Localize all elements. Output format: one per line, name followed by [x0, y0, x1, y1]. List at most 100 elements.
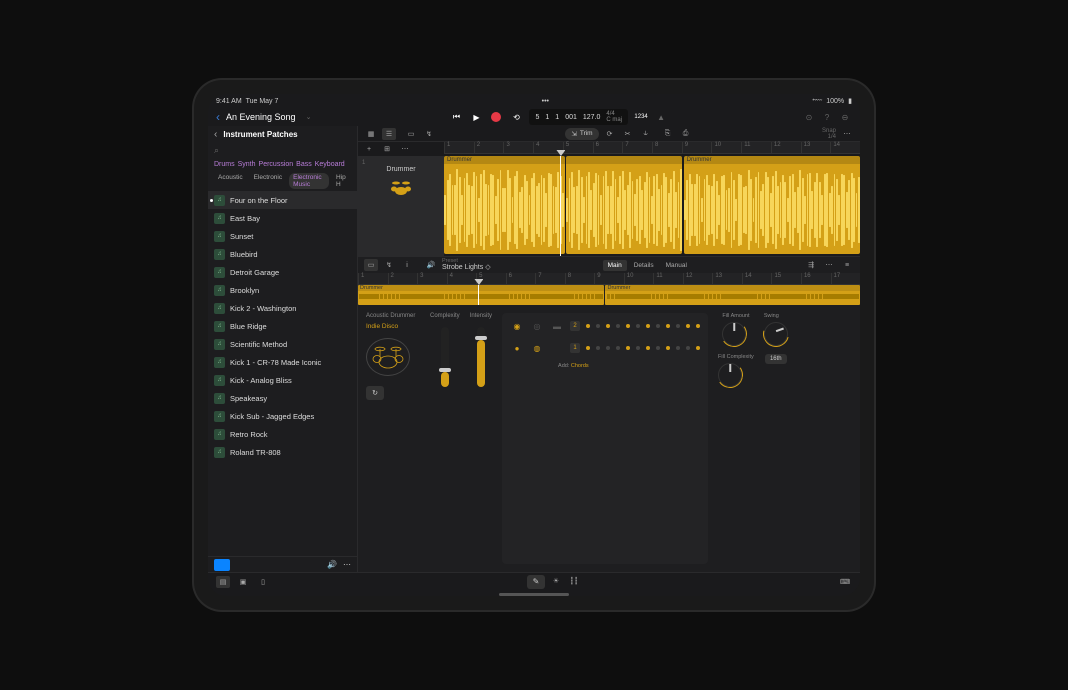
patch-item[interactable]: ♫Roland TR-808 [208, 443, 357, 461]
cymbal-icon[interactable]: ◉ [510, 319, 524, 333]
editor-playhead[interactable] [478, 285, 479, 305]
browser-button-2[interactable]: ▣ [236, 576, 250, 588]
preset-selector[interactable]: Preset Strobe Lights ◇ [442, 259, 491, 272]
tag-bass[interactable]: Bass [296, 161, 312, 168]
chevron-down-icon[interactable]: ⌄ [302, 110, 316, 124]
playhead[interactable] [560, 156, 561, 256]
rewind-button[interactable]: ⏮ [449, 110, 463, 124]
tag-electronic[interactable]: Electronic [250, 173, 287, 189]
home-indicator[interactable] [499, 593, 569, 596]
lcd-display[interactable]: 5 1 1 001 127.0 4/4 C maj [529, 109, 628, 125]
fill-complexity-knob[interactable] [718, 363, 742, 387]
editor-mute-button[interactable]: 🔊 [424, 259, 438, 271]
loop-tool-button[interactable]: ⟳ [603, 128, 617, 140]
patch-item[interactable]: ♫Blue Ridge [208, 317, 357, 335]
help-button[interactable]: ? [820, 110, 834, 124]
patch-item[interactable]: ♫Kick - Analog Bliss [208, 371, 357, 389]
tom-icon[interactable]: ◍ [530, 341, 544, 355]
footer-blue-button[interactable] [214, 559, 230, 571]
complexity-slider[interactable] [441, 327, 449, 387]
track-regions[interactable]: Drummer Drummer [444, 156, 860, 256]
edit-mode-button[interactable]: ✎ [527, 575, 545, 589]
timeline-ruler[interactable]: 1234567891011121314 [444, 142, 860, 154]
back-button[interactable]: ‹ [216, 110, 220, 124]
record-button[interactable] [489, 110, 503, 124]
more-menu-button[interactable]: ⋯ [840, 128, 854, 140]
tag-keyboard[interactable]: Keyboard [315, 161, 345, 168]
tag-percussion[interactable]: Percussion [259, 161, 294, 168]
patch-item[interactable]: ♫Retro Rock [208, 425, 357, 443]
patch-item[interactable]: ♫Kick 1 - CR-78 Made Iconic [208, 353, 357, 371]
editor-automation-button[interactable]: ↯ [382, 259, 396, 271]
scissors-icon[interactable]: ✂ [621, 128, 635, 140]
snare-icon[interactable]: ▬ [550, 319, 564, 333]
search-icon[interactable]: ⌕ [214, 145, 219, 156]
patch-item[interactable]: ♫Detroit Garage [208, 263, 357, 281]
patch-item[interactable]: ♫Scientific Method [208, 335, 357, 353]
editor-info-button[interactable]: i [400, 259, 414, 271]
kick-icon[interactable]: ● [510, 341, 524, 355]
cycle-button[interactable]: ⟲ [509, 110, 523, 124]
track-header[interactable]: 1 Drummer [358, 156, 444, 256]
patch-item[interactable]: ♫Four on the Floor [208, 191, 357, 209]
add-chords-button[interactable]: Chords [571, 363, 589, 369]
mixer-icon[interactable]: ┇┇ [567, 575, 581, 587]
patch-list[interactable]: ♫Four on the Floor♫East Bay♫Sunset♫Blueb… [208, 191, 357, 556]
swing-value-button[interactable]: 16th [765, 354, 787, 364]
editor-list-button[interactable]: ≡ [840, 259, 854, 271]
swing-knob[interactable] [764, 322, 788, 346]
metronome-button[interactable]: ▲ [654, 110, 668, 124]
tag-acoustic[interactable]: Acoustic [214, 173, 247, 189]
list-view-button[interactable]: ☰ [382, 128, 396, 140]
drummer-kit-image[interactable] [366, 338, 410, 376]
tab-manual[interactable]: Manual [661, 260, 692, 271]
snap-label[interactable]: Snap1/4 [822, 128, 836, 140]
settings-button[interactable]: ⊖ [838, 110, 852, 124]
play-button[interactable]: ▶ [469, 110, 483, 124]
track-filter-button[interactable]: ⊞ [380, 143, 394, 155]
add-track-button[interactable]: + [362, 143, 376, 155]
project-title[interactable]: An Evening Song [226, 112, 296, 122]
tag-hiphop[interactable]: Hip H [332, 173, 351, 189]
copy-icon[interactable]: ⎘ [661, 128, 675, 140]
countin-button[interactable]: 1234 [634, 110, 648, 124]
patch-item[interactable]: ♫Brooklyn [208, 281, 357, 299]
regenerate-button[interactable]: ↻ [366, 386, 384, 400]
editor-region-button[interactable]: ▭ [364, 259, 378, 271]
browser-button-3[interactable]: ▯ [256, 576, 270, 588]
paste-icon[interactable]: ⎙ [679, 128, 693, 140]
patch-item[interactable]: ♫Sunset [208, 227, 357, 245]
variant-2[interactable]: 2 [570, 321, 580, 331]
overview-region[interactable]: Drummer Drummer [358, 285, 860, 305]
region-tool-button[interactable]: ▭ [404, 128, 418, 140]
patch-item[interactable]: ♫Bluebird [208, 245, 357, 263]
trim-button[interactable]: ⇲ Trim [565, 128, 598, 140]
more-icon[interactable]: ⋯ [343, 560, 351, 569]
keyboard-icon[interactable]: ⌨ [838, 576, 852, 588]
tag-synth[interactable]: Synth [238, 161, 256, 168]
editor-filter-button[interactable]: ⇶ [804, 259, 818, 271]
library-back-button[interactable]: ‹ [214, 129, 217, 140]
sun-icon[interactable]: ☀ [549, 575, 563, 587]
variant-1[interactable]: 1 [570, 343, 580, 353]
intensity-slider[interactable] [477, 327, 485, 387]
drummer-name[interactable]: Indie Disco [366, 323, 420, 330]
patch-item[interactable]: ♫Kick Sub - Jagged Edges [208, 407, 357, 425]
patch-item[interactable]: ♫Kick 2 - Washington [208, 299, 357, 317]
region-1[interactable]: Drummer [444, 156, 565, 254]
patch-item[interactable]: ♫East Bay [208, 209, 357, 227]
region-2[interactable] [566, 156, 682, 254]
patch-item[interactable]: ♫Speakeasy [208, 389, 357, 407]
automation-tool-button[interactable]: ↯ [422, 128, 436, 140]
hihat-icon[interactable]: ◎ [530, 319, 544, 333]
tag-drums[interactable]: Drums [214, 161, 235, 168]
library-toggle-button[interactable]: ▤ [216, 576, 230, 588]
snap-tool-button[interactable]: ⫝ [639, 128, 653, 140]
grid-view-button[interactable]: ▦ [364, 128, 378, 140]
fill-amount-knob[interactable] [722, 322, 746, 346]
track-more-button[interactable]: ⋯ [398, 143, 412, 155]
history-button[interactable]: ⊙ [802, 110, 816, 124]
tag-electronic-music[interactable]: Electronic Music [289, 173, 329, 189]
editor-ruler[interactable]: 1234567891011121314151617 [358, 273, 860, 285]
editor-more-button[interactable]: ⋯ [822, 259, 836, 271]
